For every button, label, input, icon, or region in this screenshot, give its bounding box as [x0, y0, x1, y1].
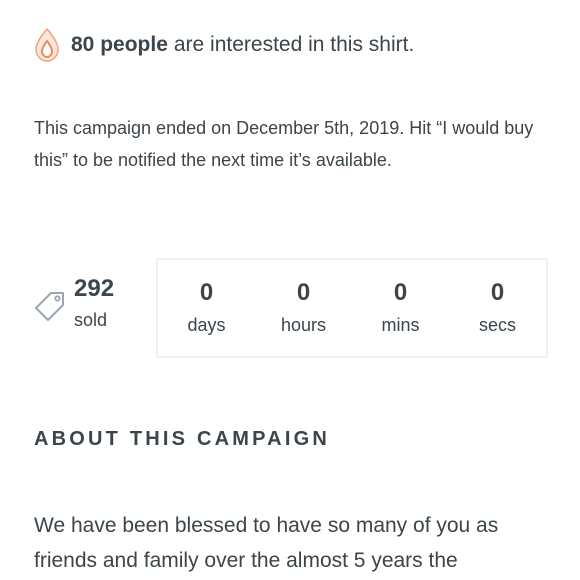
countdown-mins: 0 mins — [352, 260, 449, 356]
interest-text: are interested in this shirt. — [173, 33, 415, 56]
countdown-value: 0 — [393, 279, 408, 306]
countdown-timer: 0 days 0 hours 0 mins 0 secs — [156, 258, 548, 358]
countdown-days: 0 days — [158, 260, 255, 356]
sold-count: 292 — [74, 275, 115, 302]
sold-summary: 292 sold — [34, 274, 144, 340]
countdown-secs: 0 secs — [449, 260, 546, 356]
countdown-value: 0 — [296, 279, 311, 306]
countdown-value: 0 — [490, 279, 505, 306]
countdown-value: 0 — [199, 279, 214, 306]
countdown-hours: 0 hours — [255, 260, 352, 356]
interest-banner: 80 people are interested in this shirt. — [33, 25, 414, 65]
countdown-unit: mins — [381, 315, 420, 335]
tag-icon — [35, 292, 64, 321]
flame-icon — [35, 27, 59, 62]
countdown-unit: secs — [478, 315, 516, 335]
countdown-unit: days — [187, 315, 226, 335]
about-heading: ABOUT THIS CAMPAIGN — [34, 428, 330, 450]
interest-count: 80 people — [71, 33, 168, 56]
about-text: We have been blessed to have so many of … — [34, 514, 499, 572]
campaign-stats: 292 sold 0 days 0 hours 0 mins 0 secs — [34, 258, 548, 358]
countdown-unit: hours — [280, 315, 327, 335]
campaign-ended-message: This campaign ended on December 5th, 201… — [34, 118, 534, 170]
sold-label: sold — [74, 310, 108, 330]
